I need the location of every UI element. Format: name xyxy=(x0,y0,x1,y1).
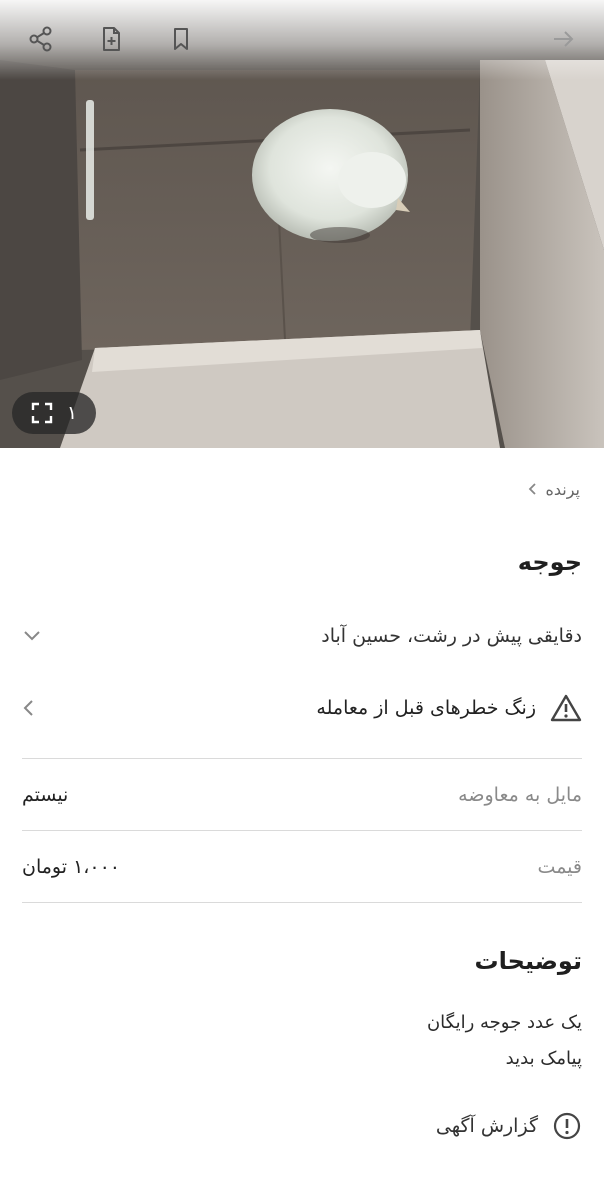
detail-value: نیستم xyxy=(22,783,69,806)
photo-counter[interactable]: ۱ xyxy=(12,392,96,434)
add-note-icon[interactable] xyxy=(94,22,128,56)
report-listing-button[interactable]: گزارش آگهی xyxy=(22,1111,582,1141)
description-heading: توضیحات xyxy=(474,947,582,975)
description-body: یک عدد جوجه رایگان پیامک بدید xyxy=(22,1005,582,1077)
safety-warning-text: زنگ خطرهای قبل از معامله xyxy=(316,697,536,719)
chevron-left-icon xyxy=(23,700,33,716)
photo-top-toolbar xyxy=(0,0,604,80)
description-line: پیامک بدید xyxy=(505,1048,582,1069)
detail-row-exchange: مایل به معاوضه نیستم xyxy=(22,758,582,830)
bookmark-icon[interactable] xyxy=(164,22,198,56)
detail-row-price: قیمت ۱،۰۰۰ تومان xyxy=(22,830,582,902)
warning-icon xyxy=(550,694,582,722)
detail-label: مایل به معاوضه xyxy=(458,783,582,806)
photo-counter-value: ۱ xyxy=(66,402,78,424)
breadcrumb[interactable]: پرنده xyxy=(22,448,582,530)
chevron-down-icon[interactable] xyxy=(22,629,42,643)
report-listing-label: گزارش آگهی xyxy=(435,1115,538,1137)
listing-title: جوجه xyxy=(517,548,582,576)
detail-label: قیمت xyxy=(537,855,582,878)
chevron-left-icon xyxy=(529,483,537,495)
listing-meta-row[interactable]: دقایقی پیش در رشت، حسین آباد xyxy=(22,600,582,672)
fullscreen-icon xyxy=(31,402,53,424)
divider xyxy=(22,902,582,903)
detail-value: ۱،۰۰۰ تومان xyxy=(22,855,121,878)
safety-warning-row[interactable]: زنگ خطرهای قبل از معامله xyxy=(22,672,582,744)
listing-meta: دقایقی پیش در رشت، حسین آباد xyxy=(321,625,582,647)
listing-content: پرنده جوجه دقایقی پیش در رشت، حسین آباد … xyxy=(0,448,604,1141)
report-icon xyxy=(553,1112,581,1140)
breadcrumb-category[interactable]: پرنده xyxy=(545,480,580,499)
listing-photo-gallery[interactable]: ۱ xyxy=(0,0,604,448)
description-line: یک عدد جوجه رایگان xyxy=(426,1012,582,1033)
back-arrow-icon[interactable] xyxy=(546,22,580,56)
share-icon[interactable] xyxy=(24,22,58,56)
